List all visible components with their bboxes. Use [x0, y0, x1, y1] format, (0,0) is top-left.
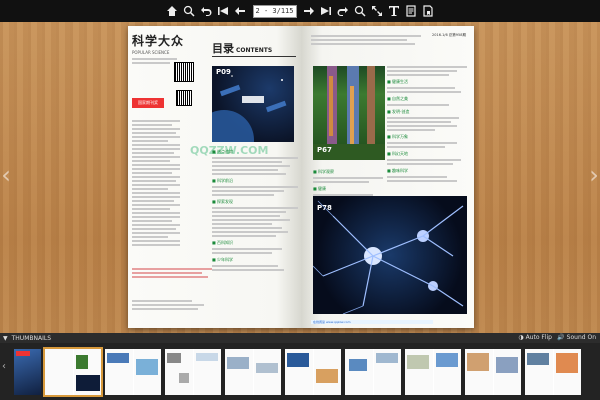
- thumbnail-bar: ▼ THUMBNAILS ◑ Auto Flip 🔊 Sound On ‹: [0, 333, 600, 400]
- last-page-icon[interactable]: [320, 5, 333, 18]
- toc-item-lines[interactable]: [387, 176, 467, 182]
- toc-section-header[interactable]: ■ 健康生活: [387, 79, 467, 85]
- contents-divider: [212, 56, 296, 57]
- toc-item-lines[interactable]: [387, 87, 467, 93]
- prev-page-icon[interactable]: [234, 5, 247, 18]
- search-icon[interactable]: [354, 5, 367, 18]
- zoom-in-icon[interactable]: [183, 5, 196, 18]
- toc-item-lines[interactable]: [313, 177, 383, 183]
- contents-list: ■ 热点追踪 ■ 科学前沿 ■ 探索发现 ■ 百科知识 ■ 少年科学: [212, 146, 298, 273]
- undo-icon[interactable]: [200, 5, 213, 18]
- thumbnail-item[interactable]: [14, 348, 41, 395]
- magazine-title: 科学大众: [132, 34, 185, 48]
- thumbnail-scroll-left-icon[interactable]: ‹: [2, 361, 6, 372]
- toc-item-lines[interactable]: [212, 186, 298, 196]
- auto-flip-label: Auto Flip: [525, 334, 552, 341]
- toc-section-header[interactable]: ■ 科学前沿: [212, 178, 298, 184]
- header-text-lines: [311, 33, 421, 47]
- bookmark-icon[interactable]: [422, 5, 435, 18]
- right-page-header: 2016.1/6 总第958期: [311, 33, 466, 47]
- photo-page-label: P67: [317, 146, 332, 154]
- qr-code-image: [176, 90, 192, 106]
- auto-flip-icon: ◑: [518, 334, 524, 341]
- award-logo: 国家期刊奖: [132, 98, 164, 108]
- thumbnail-item-active[interactable]: [43, 346, 103, 397]
- thumbnail-item[interactable]: [465, 348, 521, 395]
- toc-section-header[interactable]: ■ 科学观察: [313, 169, 383, 175]
- thumbnails-title[interactable]: THUMBNAILS: [12, 335, 51, 342]
- toc-section-header[interactable]: ■ 科幻天地: [387, 151, 467, 157]
- space-station-photo[interactable]: P09: [212, 66, 294, 142]
- issue-label: 2016.1/6 总第958期: [432, 33, 466, 37]
- magazine-title-pinyin: POPULAR SCIENCE: [132, 50, 170, 55]
- editorial-info-column: [132, 118, 180, 248]
- contents-heading-cn: 目录: [212, 42, 234, 55]
- toc-item-lines[interactable]: [387, 104, 467, 106]
- toc-section-header[interactable]: ■ 百科知识: [212, 240, 298, 246]
- thumbnail-item[interactable]: [345, 348, 401, 395]
- toc-item-lines[interactable]: [212, 248, 298, 254]
- thumbnail-header: ▼ THUMBNAILS ◑ Auto Flip 🔊 Sound On: [0, 333, 600, 343]
- left-page[interactable]: 科学大众 POPULAR SCIENCE 国家期刊奖 QQZZW.COM 目录 …: [128, 26, 301, 328]
- space-station-illustration: [212, 75, 287, 142]
- thumbnail-item[interactable]: [165, 348, 221, 395]
- qr-code-image: [174, 62, 194, 82]
- text-icon[interactable]: [388, 5, 401, 18]
- speaker-icon: 🔊: [557, 334, 565, 341]
- contents-list-right-top: ■ 健康生活 ■ 自然之美 ■ 发明·创造 ■ 科学万象 ■ 科幻天地 ■ 趣味…: [387, 64, 467, 184]
- footer-notice-lines: [132, 298, 212, 312]
- sound-toggle[interactable]: 🔊 Sound On: [557, 334, 596, 341]
- toc-section-header[interactable]: ■ 少年科学: [212, 257, 298, 263]
- next-spread-arrow-icon[interactable]: ›: [588, 150, 600, 200]
- thumbnail-item[interactable]: [405, 348, 461, 395]
- red-notice-lines: [132, 266, 212, 280]
- redo-icon[interactable]: [337, 5, 350, 18]
- contents-heading-en: CONTENTS: [236, 47, 273, 54]
- toc-item-lines[interactable]: [387, 142, 467, 148]
- thumbnail-item[interactable]: [285, 348, 341, 395]
- magazine-spread: 科学大众 POPULAR SCIENCE 国家期刊奖 QQZZW.COM 目录 …: [128, 26, 474, 328]
- toc-item-lines[interactable]: [387, 117, 467, 131]
- rainbow-eucalyptus-photo[interactable]: P67: [313, 66, 385, 160]
- thumbnail-item[interactable]: [105, 348, 161, 395]
- auto-flip-toggle[interactable]: ◑ Auto Flip: [518, 334, 552, 341]
- prev-spread-arrow-icon[interactable]: ‹: [0, 150, 12, 200]
- toc-item-lines[interactable]: [387, 66, 467, 76]
- sound-on-label: Sound On: [566, 334, 596, 341]
- print-icon[interactable]: [405, 5, 418, 18]
- right-page[interactable]: 2016.1/6 总第958期 P67 ■ 健康生活 ■ 自然之美 ■ 发明·创…: [301, 26, 474, 328]
- toc-section-header[interactable]: ■ 健康: [313, 186, 383, 192]
- toc-item-lines[interactable]: [212, 265, 298, 271]
- home-icon[interactable]: [166, 5, 179, 18]
- right-page-footer[interactable]: 在线阅读 www.qqzzw.com: [311, 320, 433, 324]
- neuron-photo[interactable]: P78: [313, 196, 467, 314]
- thumbnail-item[interactable]: [525, 348, 581, 395]
- neuron-illustration: [313, 200, 464, 314]
- toc-item-lines[interactable]: [387, 159, 467, 165]
- toc-section-header[interactable]: ■ 趣味科学: [387, 168, 467, 174]
- toc-section-header[interactable]: ■ 探索发现: [212, 199, 298, 205]
- first-page-icon[interactable]: [217, 5, 230, 18]
- next-page-icon[interactable]: [303, 5, 316, 18]
- toc-section-header[interactable]: ■ 科学万象: [387, 134, 467, 140]
- thumbnails-toggle-icon[interactable]: ▼: [3, 335, 8, 342]
- toc-section-header[interactable]: ■ 自然之美: [387, 96, 467, 102]
- toc-item-lines[interactable]: [212, 207, 298, 237]
- page-number-input[interactable]: [252, 4, 297, 18]
- thumbnail-item[interactable]: [225, 348, 281, 395]
- top-toolbar: [0, 0, 600, 22]
- toc-item-lines[interactable]: [212, 157, 298, 175]
- thumbnail-strip: [14, 346, 594, 397]
- masthead: 科学大众 POPULAR SCIENCE: [132, 32, 216, 66]
- toc-section-header[interactable]: ■ 热点追踪: [212, 149, 298, 155]
- fullscreen-icon[interactable]: [371, 5, 384, 18]
- toc-section-header[interactable]: ■ 发明·创造: [387, 109, 467, 115]
- contents-heading: 目录 CONTENTS: [212, 40, 272, 56]
